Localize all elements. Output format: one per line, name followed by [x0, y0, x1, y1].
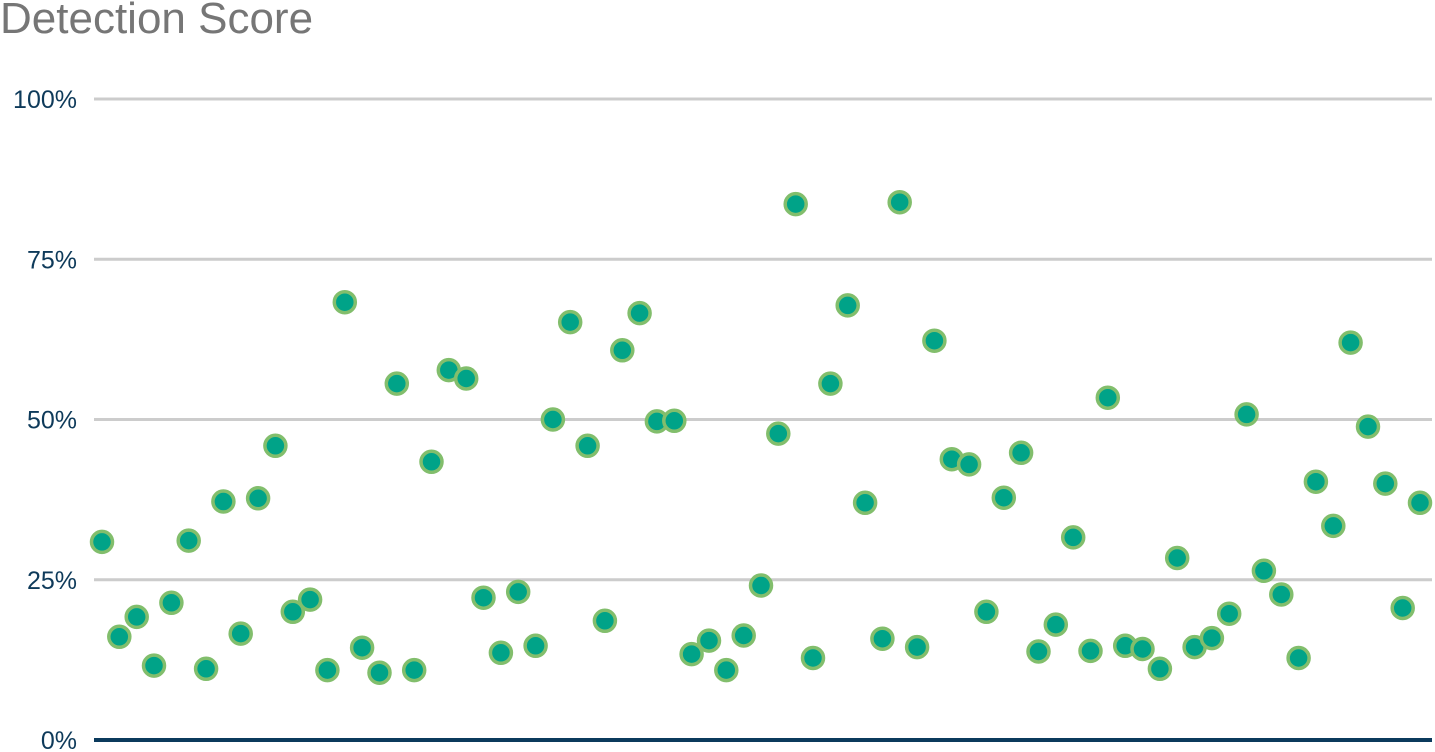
data-point [124, 604, 149, 630]
data-point [1199, 625, 1225, 651]
y-tick-label: 75% [27, 246, 77, 274]
y-tick-label: 50% [27, 407, 77, 435]
data-point [315, 657, 340, 683]
data-point [1321, 513, 1346, 539]
data-point [1303, 469, 1329, 494]
data-point [575, 433, 600, 459]
data-point [887, 189, 912, 215]
data-point [1251, 558, 1277, 584]
data-point [297, 587, 323, 612]
data-point [956, 452, 982, 477]
data-point [367, 660, 392, 685]
data-point [540, 407, 566, 432]
data-point [870, 626, 895, 651]
data-point [1390, 595, 1415, 621]
y-tick-label: 25% [27, 567, 77, 595]
data-point [1407, 490, 1433, 516]
data-point [1286, 645, 1311, 671]
data-point [783, 191, 808, 217]
data-point [1008, 440, 1034, 466]
data-point [1355, 414, 1381, 439]
y-tick-label: 0% [41, 727, 77, 752]
data-point [193, 656, 219, 682]
data-point [1078, 638, 1103, 664]
data-point [401, 657, 427, 683]
data-point [141, 653, 167, 678]
data-point [453, 366, 479, 391]
data-point [662, 408, 687, 434]
scatter-plot: 0% 25% 50% 75% 100% [13, 86, 1433, 752]
gridlines [94, 97, 1432, 742]
data-point [176, 528, 201, 553]
data-point [592, 608, 618, 634]
data-point [1373, 471, 1398, 496]
data-point [505, 579, 531, 605]
data-point [991, 485, 1017, 510]
data-point [228, 621, 253, 646]
data-point [800, 645, 826, 671]
data-point [1095, 385, 1121, 410]
data-point [1130, 636, 1155, 662]
data-point [1164, 545, 1190, 571]
data-point [1026, 639, 1051, 664]
data-point [1338, 330, 1363, 355]
data-point [904, 634, 930, 660]
data-point [263, 433, 288, 459]
data-point [731, 623, 756, 648]
data-point [332, 289, 358, 315]
data-point [488, 640, 514, 666]
data-point [714, 657, 739, 683]
data-point [245, 486, 271, 511]
data-point [835, 293, 860, 318]
data-point [89, 529, 115, 555]
data-point [419, 449, 444, 475]
data-point [1269, 582, 1294, 607]
data-point [852, 490, 878, 516]
y-tick-label: 100% [13, 86, 77, 114]
data-point [1216, 601, 1242, 626]
data-point [349, 635, 375, 660]
data-point [627, 300, 652, 326]
data-point [766, 421, 791, 446]
data-point [211, 489, 236, 514]
data-point [696, 628, 722, 653]
data-point [471, 585, 496, 610]
data-point [974, 599, 999, 625]
data-point [1147, 656, 1173, 682]
data-point [1234, 402, 1259, 427]
data-point [1043, 612, 1069, 637]
data-point [610, 338, 635, 363]
data-point [1060, 525, 1086, 550]
data-point [107, 624, 132, 650]
data-point [557, 309, 583, 335]
y-axis-ticks: 0% 25% 50% 75% 100% [13, 86, 77, 752]
data-point [384, 371, 410, 396]
data-point [523, 633, 548, 659]
data-point [748, 573, 774, 598]
data-point [922, 328, 947, 353]
data-point [818, 371, 843, 396]
data-points [89, 189, 1433, 685]
data-point [159, 590, 184, 616]
